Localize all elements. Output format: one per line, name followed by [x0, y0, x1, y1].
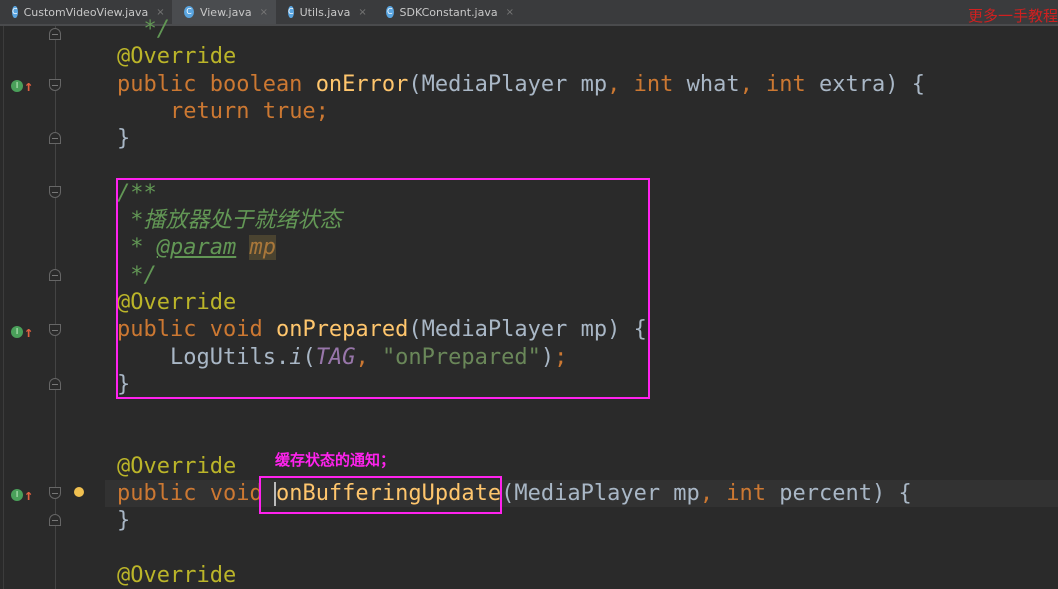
code-line: @Override [117, 453, 236, 480]
fold-end-icon[interactable] [49, 378, 61, 390]
code-line: } [117, 507, 130, 534]
highlight-box-onbufferingupdate [259, 476, 502, 514]
class-icon: C [386, 6, 394, 18]
code-token: percent) { [779, 481, 912, 507]
fold-end-icon[interactable] [49, 269, 61, 281]
arrow-up-icon: ↑ [24, 323, 34, 341]
close-icon[interactable]: × [358, 7, 366, 18]
code-token: (MediaPlayer mp [408, 71, 608, 97]
code-line: return true; [117, 98, 329, 125]
class-icon: C [288, 6, 294, 18]
code-token: public void [117, 481, 276, 507]
annotation-note: 缓存状态的通知； [275, 451, 396, 469]
tab-view[interactable]: C View.java × [172, 0, 276, 24]
fold-start-icon[interactable] [49, 487, 61, 499]
code-token: (MediaPlayer mp [501, 481, 700, 507]
tab-label: SDKConstant.java [399, 5, 498, 19]
fold-end-icon[interactable] [49, 132, 61, 144]
code-line: @Override [117, 43, 236, 70]
tab-sdkconstant[interactable]: C SDKConstant.java × [374, 0, 522, 24]
tab-utils[interactable]: C Utils.java × [276, 0, 374, 24]
fold-start-icon[interactable] [49, 186, 61, 198]
code-token: } [117, 126, 131, 152]
close-icon[interactable]: × [260, 7, 268, 18]
code-token: } [117, 508, 131, 534]
code-line: } [117, 125, 130, 152]
watermark: 更多一手教程 [967, 7, 1058, 25]
highlight-box-onprepared [116, 178, 650, 399]
code-token: @Override [117, 44, 237, 70]
code-token: public boolean [117, 71, 316, 97]
implements-icon: I [11, 80, 23, 92]
code-token: what [686, 71, 740, 97]
code-token: */ [117, 17, 170, 42]
lightbulb-icon[interactable] [74, 487, 84, 497]
fold-start-icon[interactable] [49, 79, 61, 91]
implements-icon: I [11, 326, 23, 338]
tab-label: View.java [199, 5, 252, 19]
gutter-edge [3, 26, 4, 589]
arrow-up-icon: ↑ [24, 77, 34, 95]
implements-marker[interactable]: I ↑ [11, 77, 33, 95]
fold-end-icon[interactable] [49, 28, 61, 40]
implements-marker[interactable]: I ↑ [11, 486, 33, 504]
close-icon[interactable]: × [506, 7, 514, 18]
code-token: return true; [169, 98, 329, 124]
tab-label: Utils.java [299, 5, 351, 19]
implements-marker[interactable]: I ↑ [11, 323, 33, 341]
code-token: @Override [117, 453, 237, 479]
implements-icon: I [11, 489, 23, 501]
editor-gutter: I ↑ I ↑ I ↑ [0, 26, 105, 589]
arrow-up-icon: ↑ [24, 486, 34, 504]
code-line: */ [117, 16, 170, 43]
code-token: , int [607, 71, 687, 97]
code-token: , int [699, 481, 780, 507]
code-line: public void onBufferingUpdate(MediaPlaye… [117, 480, 912, 507]
class-icon: C [184, 6, 194, 18]
fold-end-icon[interactable] [49, 514, 61, 526]
code-token: extra) { [819, 71, 926, 97]
fold-start-icon[interactable] [49, 324, 61, 336]
class-icon: C [12, 6, 18, 18]
code-token: @Override [117, 563, 237, 588]
code-token: , int [739, 71, 820, 97]
fold-guide [55, 26, 56, 589]
code-line: public boolean onError(MediaPlayer mp, i… [117, 71, 925, 98]
code-token: onError [315, 71, 409, 97]
code-line: @Override [117, 562, 236, 589]
